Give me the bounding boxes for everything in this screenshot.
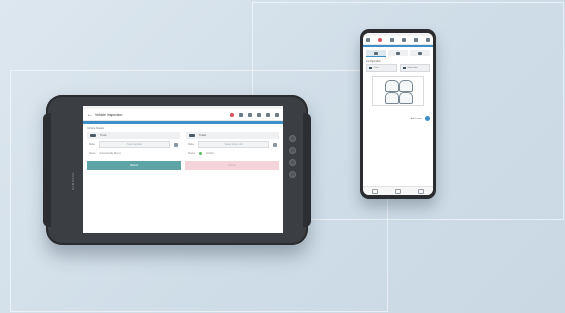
recents-icon[interactable]	[371, 188, 378, 194]
truck-icon	[369, 67, 372, 69]
truck-make-input[interactable]: Scan barcode	[99, 141, 170, 148]
truck-icon[interactable]	[390, 38, 394, 42]
back-arrow-icon[interactable]	[366, 38, 370, 42]
system-nav-bar	[363, 186, 433, 195]
tools-icon	[418, 51, 422, 55]
tablet-bumper-left	[43, 113, 51, 227]
tab-bar	[363, 47, 433, 57]
truck-column: Truck Make Scan barcode Notes Automatica…	[87, 132, 180, 157]
section-label: Vehicle Details	[87, 127, 105, 130]
tablet-bumper-right	[303, 113, 311, 227]
home-icon[interactable]	[394, 188, 401, 194]
setting-toggle[interactable]	[425, 116, 430, 121]
tab-tools[interactable]	[410, 50, 430, 56]
option-truck[interactable]: Truck	[366, 64, 397, 72]
input-placeholder: Select trailer unit	[224, 143, 243, 146]
axle-diagram	[372, 76, 424, 106]
menu-icon[interactable]	[275, 112, 279, 117]
submit-button[interactable]: Submit	[87, 161, 181, 170]
tab-trailer[interactable]	[388, 50, 408, 56]
alert-icon[interactable]	[378, 38, 382, 42]
app-bar-actions	[230, 112, 279, 117]
truck-icon	[374, 51, 378, 55]
phone-device: Configuration Truck Semi Trailer Add Tra…	[360, 29, 436, 199]
truck-header-label: Truck	[100, 134, 107, 137]
vehicle-options: Truck Semi Trailer	[363, 64, 433, 72]
wheel-position-icon[interactable]	[399, 80, 413, 92]
section-label: Configuration	[366, 60, 381, 63]
field-label: Make	[89, 143, 96, 146]
wheel-position-icon[interactable]	[385, 80, 399, 92]
trailer-status-value: Verified	[206, 152, 214, 155]
trailer-make-input[interactable]: Select trailer unit	[198, 141, 269, 148]
truck-notes-field: Notes Automatically filled in	[87, 150, 180, 157]
option-semi-trailer[interactable]: Semi Trailer	[399, 64, 430, 72]
tablet-device: SAMSUNG ← Vehicle Inspection Vehicle Det…	[43, 95, 311, 245]
app-title: Vehicle Inspection	[95, 112, 123, 117]
barcode-scan-icon[interactable]	[174, 142, 178, 147]
input-placeholder: Scan barcode	[127, 143, 142, 146]
trailer-header: Trailer	[186, 132, 279, 139]
cancel-button[interactable]: Cancel	[185, 161, 279, 170]
truck-icon[interactable]	[239, 112, 243, 117]
option-label: Semi Trailer	[407, 67, 418, 69]
truck-header: Truck	[87, 132, 180, 139]
back-icon[interactable]	[418, 188, 425, 194]
trailer-icon	[396, 51, 400, 55]
app-bar	[363, 36, 433, 45]
tablet-brand-label: SAMSUNG	[71, 172, 75, 190]
action-buttons: Submit Cancel	[83, 157, 283, 170]
back-arrow-icon[interactable]: ←	[87, 112, 95, 118]
setting-label: Add Tractor	[410, 117, 422, 120]
wheel-position-icon[interactable]	[385, 92, 399, 104]
trailer-header-label: Trailer	[199, 134, 207, 137]
field-label: Status	[188, 152, 196, 155]
clipboard-icon[interactable]	[248, 112, 252, 117]
truck-make-field: Make Scan barcode	[87, 141, 180, 148]
trailer-icon	[189, 134, 195, 137]
clipboard-icon[interactable]	[402, 38, 406, 42]
trailer-status-field: Status Verified	[186, 150, 279, 157]
truck-icon	[90, 134, 96, 137]
list-icon[interactable]	[273, 142, 277, 147]
vehicle-columns: Truck Make Scan barcode Notes Automatica…	[83, 132, 283, 157]
tablet-hardware-button[interactable]	[289, 147, 296, 154]
tablet-hardware-button[interactable]	[289, 159, 296, 166]
check-icon	[199, 152, 203, 155]
trailer-make-field: Make Select trailer unit	[186, 141, 279, 148]
tablet-screen: ← Vehicle Inspection Vehicle Details Tru…	[83, 106, 283, 233]
wheel-position-icon[interactable]	[399, 92, 413, 104]
trailer-icon	[402, 67, 406, 69]
settings-icon[interactable]	[414, 38, 418, 42]
field-label: Make	[188, 143, 195, 146]
camera-icon[interactable]	[257, 112, 261, 117]
truck-notes-value: Automatically filled in	[99, 152, 121, 155]
menu-icon[interactable]	[426, 38, 430, 42]
setting-row: Add Tractor	[363, 106, 433, 121]
settings-icon[interactable]	[266, 112, 270, 117]
alert-icon[interactable]	[230, 112, 234, 117]
tab-truck[interactable]	[366, 50, 386, 57]
phone-screen: Configuration Truck Semi Trailer Add Tra…	[363, 33, 433, 195]
app-bar: ← Vehicle Inspection	[83, 109, 283, 121]
option-label: Truck	[374, 67, 379, 69]
tablet-hardware-button[interactable]	[289, 171, 296, 178]
trailer-column: Trailer Make Select trailer unit Status …	[186, 132, 279, 157]
tablet-hardware-button[interactable]	[289, 135, 296, 142]
field-label: Notes	[89, 152, 96, 155]
